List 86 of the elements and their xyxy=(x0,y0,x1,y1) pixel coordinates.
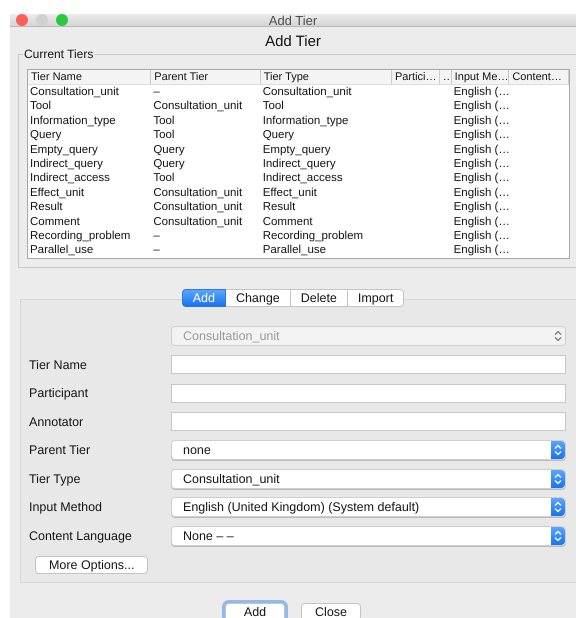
column-header[interactable]: Tier Type xyxy=(260,70,392,84)
field-label: Parent Tier xyxy=(29,443,90,458)
table-cell-text: Tool xyxy=(152,114,176,128)
table-cell-text: Tool xyxy=(29,99,52,114)
table-cell-text: Information_type xyxy=(262,114,350,128)
column-header[interactable]: Input Me… xyxy=(452,70,510,84)
column-header[interactable]: Parent Tier xyxy=(151,70,261,84)
table-cell-text: – xyxy=(152,228,161,244)
stepper-icon xyxy=(554,501,562,514)
field-label: Annotator xyxy=(29,414,84,429)
stepper-icon xyxy=(554,472,562,485)
tab[interactable]: Import xyxy=(348,289,404,307)
close-icon[interactable] xyxy=(16,14,28,26)
table-cell-text: Indirect_query xyxy=(262,156,337,172)
tab[interactable]: Delete xyxy=(290,289,348,307)
table-cell-text: English (… xyxy=(452,186,510,200)
stepper-icon xyxy=(554,530,562,542)
stepper-icon xyxy=(554,330,562,342)
table-cell-text: English (… xyxy=(452,114,510,128)
table-cell-text: – xyxy=(152,85,161,100)
dialog-button[interactable]: Add xyxy=(225,603,285,618)
table-cell-text: English (… xyxy=(452,156,510,172)
table-cell-text: Indirect_access xyxy=(29,171,111,186)
table-cell-text: Consultation_unit xyxy=(152,186,244,200)
table-cell-text: Empty_query xyxy=(262,142,332,157)
table-cell-text: Tool xyxy=(262,99,285,114)
table-cell-text: Comment xyxy=(29,214,81,229)
window-title: Add Tier xyxy=(268,12,318,28)
table-cell-text: Empty_query xyxy=(29,142,99,157)
table-cell-text: Query xyxy=(29,128,62,143)
table-cell-text: Parallel_use xyxy=(262,243,327,258)
table-cell-text: Effect_unit xyxy=(262,186,318,200)
table-cell-text: English (… xyxy=(452,85,510,100)
table-cell-text: English (… xyxy=(452,214,510,229)
table-cell-text: Query xyxy=(152,156,186,172)
minimize-icon[interactable] xyxy=(36,14,48,26)
field-label: Participant xyxy=(29,386,88,400)
table-cell-text: Result xyxy=(29,200,64,215)
table-cell-text: Consultation_unit xyxy=(152,200,244,215)
table-cell-text: Consultation_unit xyxy=(29,85,120,100)
zoom-icon[interactable] xyxy=(56,14,68,26)
more-options-button[interactable]: More Options... xyxy=(35,556,148,574)
table-cell-text: English (… xyxy=(452,128,510,143)
column-header[interactable]: Tier Name xyxy=(28,70,152,84)
stepper-icon xyxy=(554,444,562,456)
dropdown[interactable]: none xyxy=(171,440,566,460)
table-cell-text: Indirect_access xyxy=(262,171,344,186)
input-field[interactable] xyxy=(171,355,566,374)
table-cell-text: English (… xyxy=(452,171,510,186)
table-cell-text: English (… xyxy=(452,228,510,244)
field-label: Tier Name xyxy=(29,358,87,372)
input-field[interactable] xyxy=(171,412,566,432)
table-cell-text: Tool xyxy=(152,128,176,143)
table-cell-text: Consultation_unit xyxy=(152,99,244,114)
column-header[interactable]: Content… xyxy=(509,70,569,84)
table-cell-text: Consultation_unit xyxy=(262,85,353,100)
table-cell-text: Effect_unit xyxy=(29,186,86,200)
dropdown[interactable]: None – – xyxy=(171,526,566,546)
tab[interactable]: Change xyxy=(226,289,291,307)
group-title: Current Tiers xyxy=(23,47,94,61)
table-cell-text: Query xyxy=(152,142,186,157)
table-cell-text: Information_type xyxy=(29,114,117,128)
table-cell-text: English (… xyxy=(452,142,510,157)
column-header[interactable]: … xyxy=(440,70,452,84)
table-cell-text: Tool xyxy=(152,171,176,186)
table-cell-text: Recording_problem xyxy=(262,228,364,244)
field-label: Tier Type xyxy=(29,472,80,486)
dropdown[interactable]: English (United Kingdom) (System default) xyxy=(171,497,566,518)
field-label: Content Language xyxy=(29,528,132,543)
table-cell-text: English (… xyxy=(452,200,510,215)
input-field[interactable] xyxy=(171,384,566,403)
table-cell-text: Parallel_use xyxy=(29,243,94,258)
field-label: Input Method xyxy=(29,500,102,514)
table-cell-text: English (… xyxy=(452,99,510,114)
table-cell-text: Comment xyxy=(262,214,314,229)
table-cell-text: Query xyxy=(262,128,296,143)
table-cell-text: English (… xyxy=(452,243,510,258)
table-cell-text: Recording_problem xyxy=(29,228,132,244)
column-header[interactable]: Partici… xyxy=(392,70,440,84)
dialog-button[interactable]: Close xyxy=(301,603,361,618)
table-cell-text: Indirect_query xyxy=(29,156,104,172)
table-cell-text: Result xyxy=(262,200,296,215)
dropdown[interactable]: Consultation_unit xyxy=(171,468,566,489)
dialog-heading: Add Tier xyxy=(265,33,321,50)
table-cell-text: – xyxy=(152,243,161,258)
table-cell-text: Consultation_unit xyxy=(152,214,244,229)
